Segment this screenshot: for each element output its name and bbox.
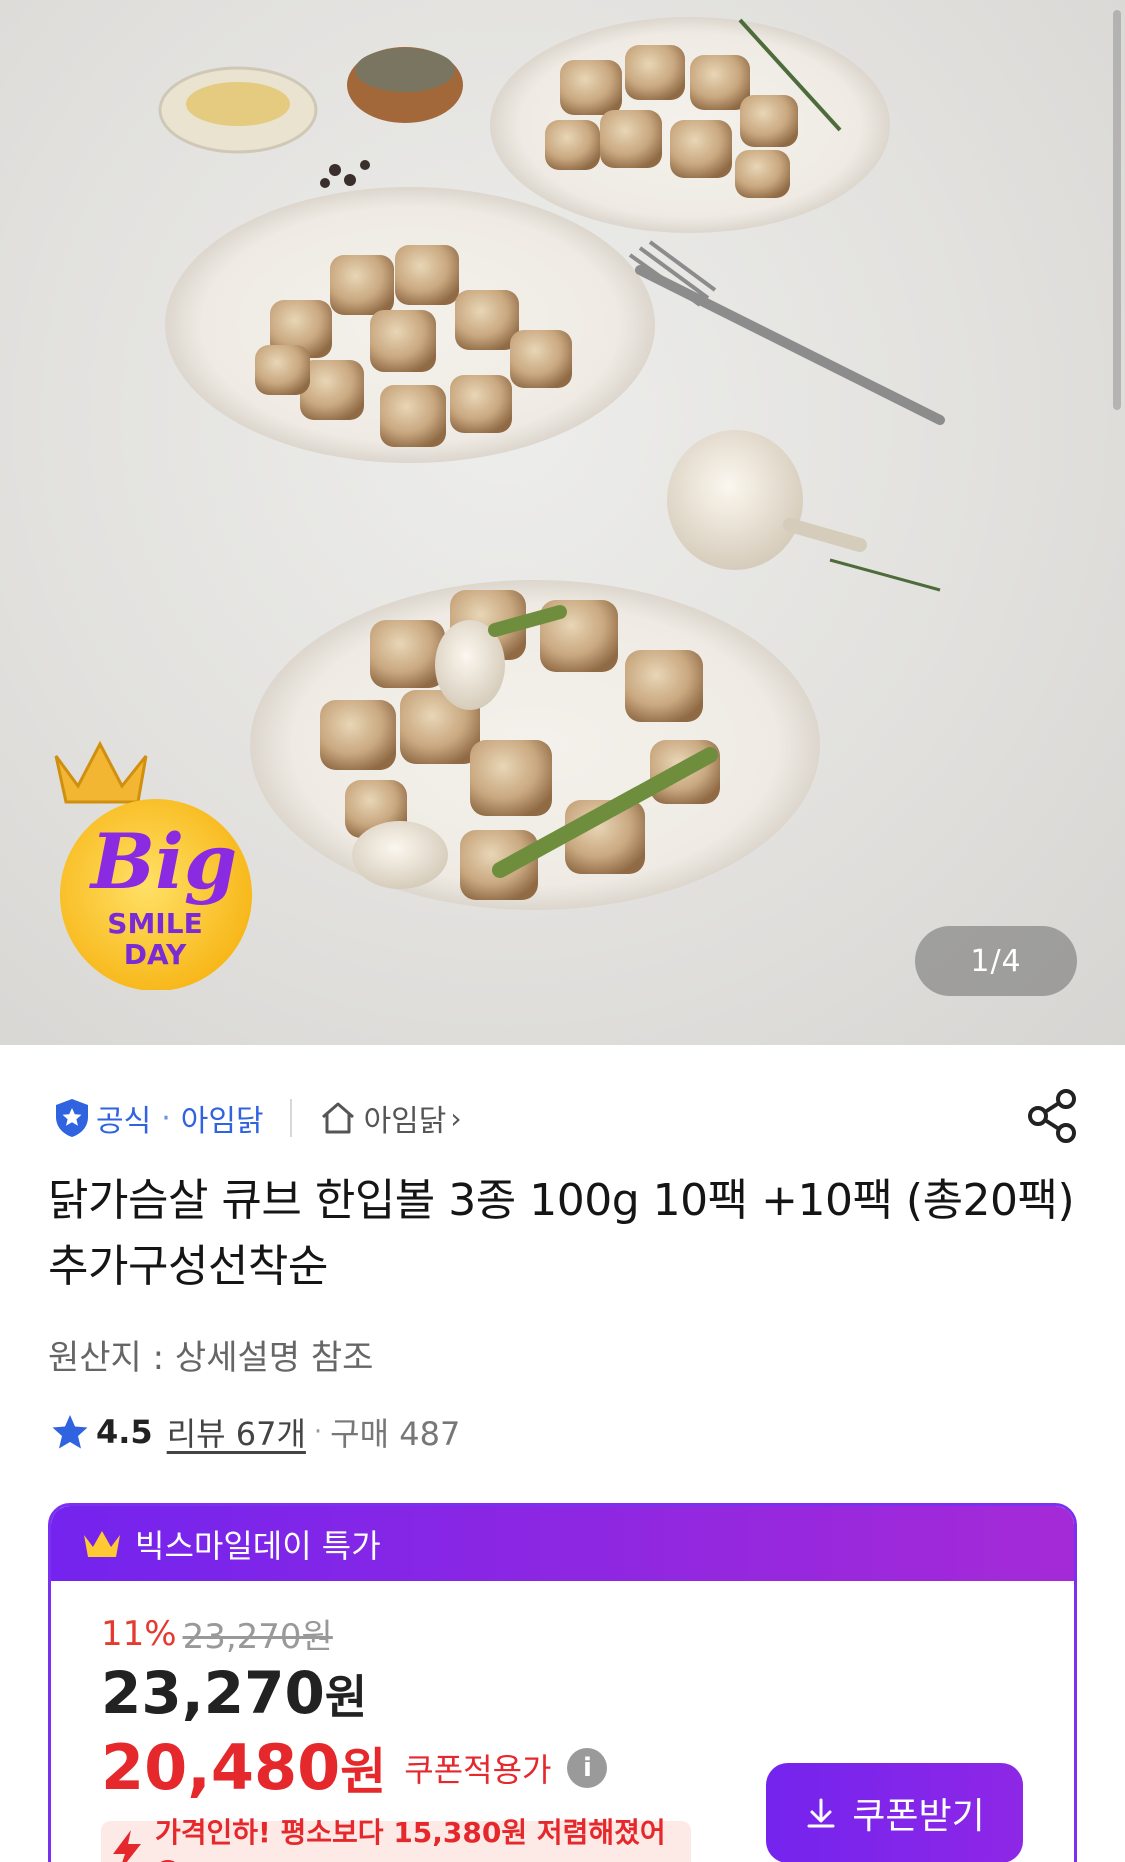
store-link[interactable]: 아임닭 › bbox=[318, 1096, 462, 1140]
seller-row: 공식 · 아임닭 아임닭 › bbox=[52, 1089, 1082, 1143]
coupon-price-number: 20,480 bbox=[101, 1731, 341, 1804]
coupon-price-row: 20,480원 쿠폰적용가 i bbox=[101, 1731, 608, 1804]
image-counter: 1/4 bbox=[915, 926, 1077, 996]
coupon-price: 20,480원 bbox=[101, 1731, 386, 1804]
page-scrollbar[interactable] bbox=[1113, 10, 1121, 410]
share-icon[interactable] bbox=[1022, 1085, 1082, 1147]
sale-price-number: 23,270 bbox=[101, 1659, 325, 1727]
store-name: 아임닭 bbox=[363, 1104, 447, 1139]
discount-row: 11% 23,270원 bbox=[101, 1609, 333, 1658]
info-icon[interactable]: i bbox=[567, 1747, 608, 1788]
official-brand-link[interactable]: 공식 · 아임닭 bbox=[52, 1096, 264, 1140]
original-price: 23,270원 bbox=[182, 1617, 333, 1657]
deal-box: 빅스마일데이 특가 11% 23,270원 23,270원 20,480원 쿠폰… bbox=[48, 1503, 1077, 1862]
purchase-count: 구매 487 bbox=[330, 1415, 461, 1453]
big-smile-day-badge: Big SMILE DAY bbox=[54, 740, 252, 990]
badge-big-text: Big bbox=[89, 817, 237, 906]
discount-percent: 11% bbox=[101, 1613, 177, 1654]
sale-price: 23,270원 bbox=[101, 1659, 367, 1727]
star-icon bbox=[52, 1415, 88, 1449]
get-coupon-button[interactable]: 쿠폰받기 bbox=[766, 1763, 1023, 1862]
product-image-carousel[interactable]: Big SMILE DAY 1/4 bbox=[0, 0, 1125, 1045]
divider bbox=[289, 1099, 292, 1137]
rating-score: 4.5 bbox=[96, 1413, 153, 1451]
crown-icon bbox=[84, 1530, 120, 1557]
lightning-icon bbox=[112, 1830, 141, 1862]
deal-header: 빅스마일데이 특가 bbox=[51, 1506, 1074, 1581]
download-icon bbox=[807, 1798, 835, 1828]
rating-row: 4.5 리뷰 67개 · 구매 487 bbox=[50, 1408, 460, 1456]
separator-dot: · bbox=[161, 1100, 171, 1136]
separator-dot: · bbox=[313, 1417, 323, 1447]
shield-star-icon bbox=[56, 1099, 88, 1137]
deal-header-label: 빅스마일데이 특가 bbox=[135, 1526, 381, 1565]
get-coupon-label: 쿠폰받기 bbox=[852, 1796, 985, 1837]
badge-day-text: DAY bbox=[124, 938, 187, 971]
chevron-right-icon: › bbox=[450, 1101, 462, 1135]
brand-name: 아임닭 bbox=[180, 1104, 264, 1139]
price-drop-text: 가격인하! 평소보다 15,380원 저렴해졌어요 bbox=[154, 1816, 666, 1862]
coupon-price-unit: 원 bbox=[340, 1743, 387, 1801]
price-drop-banner: 가격인하! 평소보다 15,380원 저렴해졌어요 bbox=[101, 1816, 691, 1862]
home-icon bbox=[321, 1102, 354, 1134]
badge-smile-text: SMILE bbox=[107, 907, 202, 940]
official-label: 공식 bbox=[96, 1104, 152, 1139]
product-title: 닭가슴살 큐브 한입볼 3종 100g 10팩 +10팩 (총20팩) 추가구성… bbox=[48, 1175, 1075, 1292]
sale-price-unit: 원 bbox=[324, 1670, 368, 1724]
reviews-link[interactable]: 리뷰 67개 bbox=[167, 1409, 306, 1455]
coupon-price-label: 쿠폰적용가 bbox=[404, 1750, 552, 1789]
origin-info: 원산지 : 상세설명 참조 bbox=[48, 1338, 374, 1378]
